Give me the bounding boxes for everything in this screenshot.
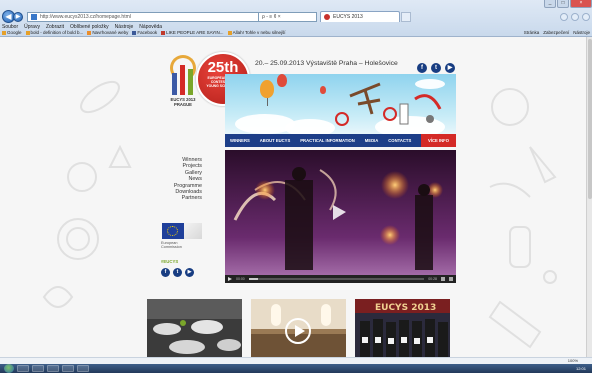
video-progress-bar[interactable] — [248, 278, 425, 280]
twitter-icon[interactable]: t — [173, 268, 182, 277]
taskbar-app-paint[interactable] — [77, 365, 89, 372]
security-menu[interactable]: Zabezpečení — [543, 30, 569, 35]
taskbar-app-explorer[interactable] — [32, 365, 44, 372]
taskbar-app-word[interactable] — [62, 365, 74, 372]
side-navigation: Winners Projects Gallery News Programme … — [150, 157, 202, 202]
zoom-level[interactable]: 100% — [568, 358, 578, 363]
play-icon[interactable] — [228, 277, 232, 281]
address-bar[interactable]: http://www.eucys2013.cz/homepage.html — [27, 11, 259, 22]
star-icon[interactable] — [571, 12, 579, 21]
header-banner — [225, 74, 456, 134]
main-navigation: WINNERS ABOUT EUCYS PRACTICAL INFORMATIO… — [225, 134, 456, 147]
windows-taskbar: 12:01 — [0, 364, 592, 373]
balloon-icon — [277, 74, 287, 87]
bookmark-icon — [25, 30, 30, 35]
gear-icon[interactable] — [582, 12, 590, 21]
sidenav-item-partners[interactable]: Partners — [150, 195, 202, 201]
eucys-hashtag[interactable]: #EUCYS — [161, 259, 178, 264]
favorites-bar: Google bold - definition of bold b... Na… — [2, 30, 590, 35]
thumbnail-banquet[interactable] — [147, 299, 242, 357]
minimize-button[interactable]: _ — [544, 0, 556, 8]
logo-caption: EUCYS 2013 PRAGUE — [170, 97, 196, 107]
page-menu[interactable]: Stránka — [524, 30, 540, 35]
scrollbar-thumb[interactable] — [588, 39, 592, 199]
favorite-like-people[interactable]: LIKE PEOPLE ARE SAYIN... — [161, 30, 224, 35]
small-balloon-icon — [320, 86, 326, 94]
youtube-icon — [161, 30, 166, 35]
status-bar: 100% — [0, 357, 592, 364]
social-links-header: f t ▶ — [417, 63, 455, 73]
nav-about-eucys[interactable]: ABOUT EUCYS — [255, 138, 295, 143]
fullscreen-icon[interactable] — [449, 277, 453, 281]
eu-flag-logo[interactable] — [162, 223, 184, 239]
thumbnail-group-photo[interactable]: EUCYS 2013 — [355, 299, 450, 357]
fire-show-frame — [225, 150, 456, 275]
home-icon[interactable] — [560, 12, 568, 21]
tab-favicon-icon — [324, 14, 330, 20]
favorite-facebook[interactable]: Facebook — [132, 30, 157, 35]
video-current-time: 00:00 — [236, 277, 245, 281]
background-lab-doodles — [488, 88, 557, 349]
window-titlebar: _ □ × — [0, 0, 592, 9]
page-favicon-icon — [31, 13, 37, 20]
eu-caption: European Commission — [161, 241, 182, 249]
volume-icon[interactable] — [441, 277, 445, 281]
twitter-icon[interactable]: t — [431, 63, 441, 73]
forward-button[interactable]: ▶ — [13, 11, 23, 22]
nav-contacts[interactable]: CONTACTS — [383, 138, 416, 143]
favorite-allah[interactable]: Allah! Tohle v nebu silnejší — [227, 30, 286, 35]
favorite-bold[interactable]: bold - definition of bold b... — [25, 30, 83, 35]
taskbar-app-ie[interactable] — [17, 365, 29, 372]
event-date-location: 20.– 25.09.2013 Výstaviště Praha – Holeš… — [255, 60, 398, 67]
nav-winners[interactable]: WINNERS — [225, 138, 255, 143]
vertical-scrollbar[interactable] — [586, 37, 592, 364]
logo-graphic — [168, 55, 198, 95]
browser-right-icons — [560, 12, 590, 21]
address-tools[interactable]: ρ - ≡ ¢ × — [259, 11, 317, 22]
social-links-left: f t ▶ — [161, 268, 194, 277]
nav-more-info[interactable]: VÍCE INFO — [421, 134, 456, 147]
suggested-sites-icon — [87, 30, 92, 35]
browser-tab[interactable]: EUCYS 2013 — [320, 11, 400, 22]
favorite-google[interactable]: Google — [2, 30, 22, 35]
gallery-thumbnails: EUCYS 2013 — [147, 299, 451, 357]
page-icon — [227, 30, 232, 35]
video-total-time: 00:28 — [428, 277, 437, 281]
facebook-icon[interactable]: f — [417, 63, 427, 73]
thumbnail-hall-video[interactable] — [251, 299, 346, 357]
nav-practical-information[interactable]: PRACTICAL INFORMATION — [295, 138, 360, 143]
taskbar-app-media[interactable] — [47, 365, 59, 372]
svg-text:EUCYS 2013: EUCYS 2013 — [375, 303, 436, 313]
video-controls: 00:00 00:28 — [225, 275, 456, 283]
eu-stripe-graphic — [184, 223, 202, 239]
youtube-icon[interactable]: ▶ — [185, 268, 194, 277]
browser-chrome: _ □ × ◀ ▶ http://www.eucys2013.cz/homepa… — [0, 0, 592, 37]
hot-air-balloon-icon — [260, 80, 274, 98]
background-science-doodles — [42, 80, 132, 308]
command-bar: Stránka Zabezpečení Nástroje — [524, 30, 590, 35]
new-tab-button[interactable] — [401, 11, 411, 22]
start-button[interactable] — [4, 364, 14, 373]
facebook-icon — [132, 30, 137, 35]
nav-media[interactable]: MEDIA — [360, 138, 384, 143]
maximize-button[interactable]: □ — [557, 0, 569, 8]
facebook-icon[interactable]: f — [161, 268, 170, 277]
banner-objects — [335, 82, 442, 126]
youtube-icon[interactable]: ▶ — [445, 63, 455, 73]
favorite-suggested[interactable]: Navrhované weby — [87, 30, 128, 35]
system-clock[interactable]: 12:01 — [576, 366, 592, 371]
navigation-row: ◀ ▶ http://www.eucys2013.cz/homepage.htm… — [2, 10, 590, 23]
page-viewport: EUCYS 2013 PRAGUE Winners Projects Galle… — [0, 37, 586, 364]
video-player[interactable] — [225, 150, 456, 275]
address-text: http://www.eucys2013.cz/homepage.html — [40, 13, 131, 20]
tab-title: EUCYS 2013 — [333, 14, 363, 20]
google-icon — [2, 30, 6, 35]
close-window-button[interactable]: × — [570, 0, 592, 8]
tools-menu[interactable]: Nástroje — [573, 30, 590, 35]
